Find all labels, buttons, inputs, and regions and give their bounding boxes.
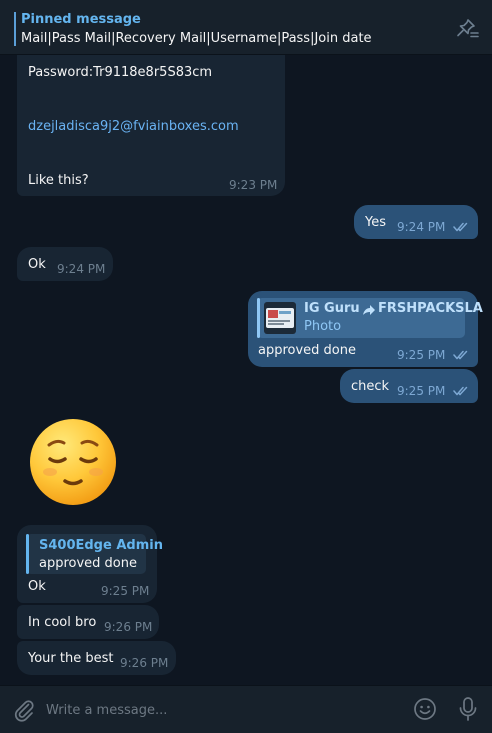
forward-arrow-icon <box>363 305 375 315</box>
paperclip-icon[interactable] <box>12 698 36 722</box>
unpin-icon[interactable] <box>454 16 482 40</box>
reply-accent-bar <box>257 298 260 338</box>
microphone-icon[interactable] <box>456 696 480 722</box>
message-text: Ok <box>28 579 46 594</box>
pinned-title: Pinned message <box>21 12 141 27</box>
message-incoming[interactable]: In cool bro 9:26 PM <box>17 605 159 639</box>
message-composer <box>0 685 492 733</box>
reply-text: approved done <box>39 556 138 571</box>
reply-sender: S400Edge Admin <box>39 538 163 553</box>
reply-media-type: Photo <box>304 319 342 334</box>
message-time: 9:25 PM <box>397 384 446 398</box>
message-time: 9:24 PM <box>397 220 446 234</box>
double-check-icon <box>453 386 468 396</box>
reply-accent-bar <box>26 534 29 574</box>
message-text: Ok <box>28 257 46 272</box>
message-text: Your the best <box>28 651 114 666</box>
message-text: Yes <box>365 215 386 230</box>
message-text: Password:Tr9118e8r5S83cm <box>28 65 213 80</box>
message-incoming[interactable]: Your the best 9:26 PM <box>17 641 176 675</box>
chat-history[interactable]: Password:Tr9118e8r5S83cm dzejladisca9j2@… <box>0 55 492 685</box>
relieved-face-emoji[interactable] <box>28 417 118 507</box>
message-text: approved done <box>258 343 357 358</box>
reply-preview[interactable]: S400Edge Admin approved done <box>26 534 163 574</box>
message-input[interactable] <box>44 696 388 724</box>
double-check-icon <box>453 222 468 232</box>
message-time: 9:23 PM <box>229 178 278 192</box>
email-link[interactable]: dzejladisca9j2@fviainboxes.com <box>28 119 239 134</box>
double-check-icon <box>453 350 468 360</box>
message-incoming[interactable]: Ok 9:24 PM <box>17 247 113 281</box>
message-text: Like this? <box>28 173 89 188</box>
message-time: 9:25 PM <box>101 584 150 598</box>
message-incoming[interactable]: S400Edge Admin approved done Ok 9:25 PM <box>17 525 163 603</box>
message-outgoing[interactable]: IG Guru FRSHPACKSLA Photo approved done … <box>248 291 483 367</box>
smiley-icon[interactable] <box>413 697 437 721</box>
message-time: 9:24 PM <box>57 262 106 276</box>
pinned-message-bar[interactable]: Pinned message Mail|Pass Mail|Recovery M… <box>0 0 492 55</box>
reply-forward-source: FRSHPACKSLA <box>378 301 483 316</box>
message-time: 9:26 PM <box>104 620 153 634</box>
message-text: In cool bro <box>28 615 97 630</box>
message-incoming[interactable]: Password:Tr9118e8r5S83cm dzejladisca9j2@… <box>17 55 285 196</box>
pinned-text: Mail|Pass Mail|Recovery Mail|Username|Pa… <box>21 31 372 46</box>
message-time: 9:25 PM <box>397 348 446 362</box>
message-outgoing[interactable]: Yes 9:24 PM <box>354 205 478 239</box>
reply-preview[interactable]: IG Guru FRSHPACKSLA Photo <box>257 298 483 338</box>
photo-thumbnail <box>264 302 296 334</box>
reply-sender: IG Guru <box>304 301 360 316</box>
pinned-accent-bar <box>14 12 16 46</box>
message-time: 9:26 PM <box>120 656 169 670</box>
message-outgoing[interactable]: check 9:25 PM <box>340 369 478 403</box>
message-text: check <box>351 379 390 394</box>
